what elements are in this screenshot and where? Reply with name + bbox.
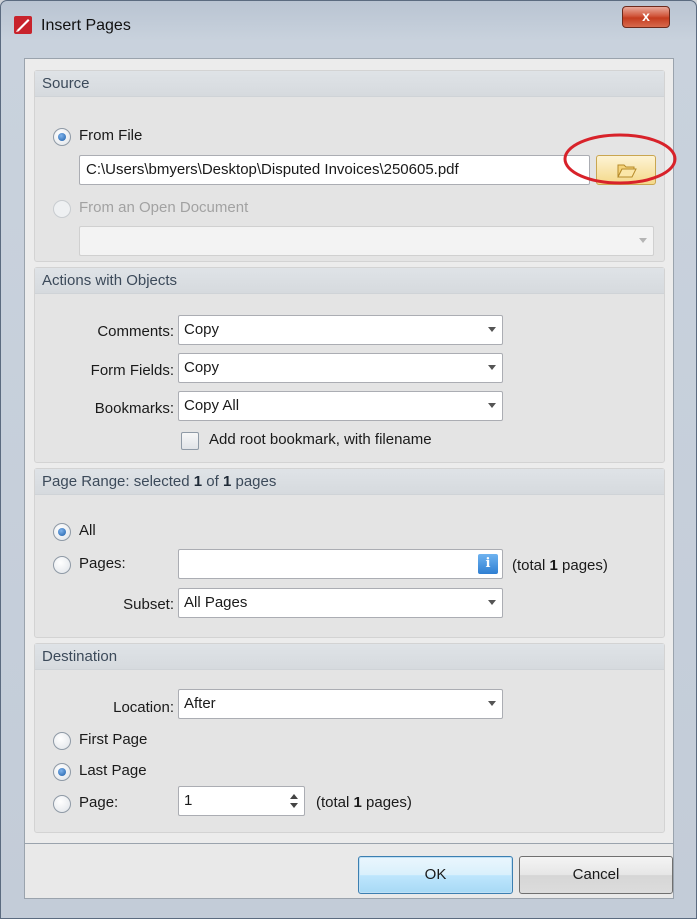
page-range-selected-count: 1 (193, 473, 203, 490)
last-page-label[interactable]: Last Page (79, 762, 147, 779)
dialog-body: Source From File C:\Users\bmyers\Desktop… (24, 58, 674, 844)
all-pages-label[interactable]: All (79, 522, 96, 539)
chevron-down-icon (488, 403, 496, 408)
info-icon[interactable]: i (478, 554, 498, 574)
last-page-radio[interactable] (53, 763, 71, 781)
source-group: Source From File C:\Users\bmyers\Desktop… (34, 70, 665, 262)
folder-open-icon (617, 164, 637, 178)
pages-label[interactable]: Pages: (79, 555, 126, 572)
comments-value: Copy (184, 321, 220, 338)
file-path-input[interactable]: C:\Users\bmyers\Desktop\Disputed Invoice… (79, 155, 590, 185)
all-pages-radio[interactable] (53, 523, 71, 541)
page-radio[interactable] (53, 795, 71, 813)
page-range-header-mid: of (202, 473, 223, 490)
chevron-down-icon (639, 238, 647, 243)
comments-dropdown[interactable]: Copy (178, 315, 503, 345)
from-file-label[interactable]: From File (79, 127, 142, 144)
app-logo-icon (14, 16, 32, 34)
destination-total-note: (total 1 pages) (316, 794, 412, 811)
pages-input[interactable]: i (178, 549, 503, 579)
form-fields-value: Copy (184, 359, 220, 376)
destination-total-count: 1 (353, 794, 362, 811)
add-root-bookmark-checkbox[interactable] (181, 432, 199, 450)
subset-label: Subset: (123, 596, 174, 613)
spin-down-icon[interactable] (290, 803, 298, 808)
from-file-radio[interactable] (53, 128, 71, 146)
actions-group: Actions with Objects Comments: Copy Form… (34, 267, 665, 463)
add-root-bookmark-label[interactable]: Add root bookmark, with filename (209, 431, 432, 448)
location-value: After (184, 695, 216, 712)
subset-value: All Pages (184, 594, 248, 611)
page-range-group: Page Range: selected 1 of 1 pages All Pa… (34, 468, 665, 638)
page-range-group-header: Page Range: selected 1 of 1 pages (35, 469, 664, 495)
from-open-document-radio[interactable] (53, 200, 71, 218)
cancel-button[interactable]: Cancel (519, 856, 673, 894)
page-label[interactable]: Page: (79, 794, 118, 811)
chevron-down-icon (488, 365, 496, 370)
button-bar: OK Cancel (24, 844, 674, 899)
page-range-header-prefix: Page Range: selected (42, 473, 194, 490)
spin-up-icon[interactable] (290, 794, 298, 799)
actions-group-header: Actions with Objects (35, 268, 664, 294)
pages-total-note: (total 1 pages) (512, 557, 608, 574)
pages-total-count: 1 (549, 557, 558, 574)
page-range-header-suffix: pages (231, 473, 277, 490)
first-page-label[interactable]: First Page (79, 731, 147, 748)
location-label: Location: (113, 699, 174, 716)
from-open-document-label[interactable]: From an Open Document (79, 199, 248, 216)
comments-label: Comments: (97, 323, 174, 340)
bookmarks-dropdown[interactable]: Copy All (178, 391, 503, 421)
ok-button[interactable]: OK (358, 856, 513, 894)
subset-dropdown[interactable]: All Pages (178, 588, 503, 618)
destination-total-prefix: (total (316, 794, 354, 811)
bookmarks-value: Copy All (184, 397, 240, 414)
page-number-stepper[interactable]: 1 (178, 786, 305, 816)
open-document-dropdown[interactable] (79, 226, 654, 256)
pages-total-prefix: (total (512, 557, 550, 574)
page-number-value: 1 (184, 792, 193, 809)
source-group-header: Source (35, 71, 664, 97)
destination-total-suffix: pages) (361, 794, 412, 811)
pages-total-suffix: pages) (557, 557, 608, 574)
form-fields-dropdown[interactable]: Copy (178, 353, 503, 383)
location-dropdown[interactable]: After (178, 689, 503, 719)
close-button[interactable]: x (622, 6, 670, 28)
chevron-down-icon (488, 600, 496, 605)
pages-radio[interactable] (53, 556, 71, 574)
form-fields-label: Form Fields: (90, 362, 174, 379)
destination-group: Destination Location: After First Page L… (34, 643, 665, 833)
dialog-title: Insert Pages (41, 17, 131, 34)
chevron-down-icon (488, 327, 496, 332)
insert-pages-dialog: Insert Pages x Source From File C:\Users… (0, 0, 697, 919)
browse-button[interactable] (596, 155, 656, 185)
chevron-down-icon (488, 701, 496, 706)
title-bar[interactable]: Insert Pages x (1, 1, 696, 51)
bookmarks-label: Bookmarks: (94, 400, 174, 417)
first-page-radio[interactable] (53, 732, 71, 750)
destination-group-header: Destination (35, 644, 664, 670)
